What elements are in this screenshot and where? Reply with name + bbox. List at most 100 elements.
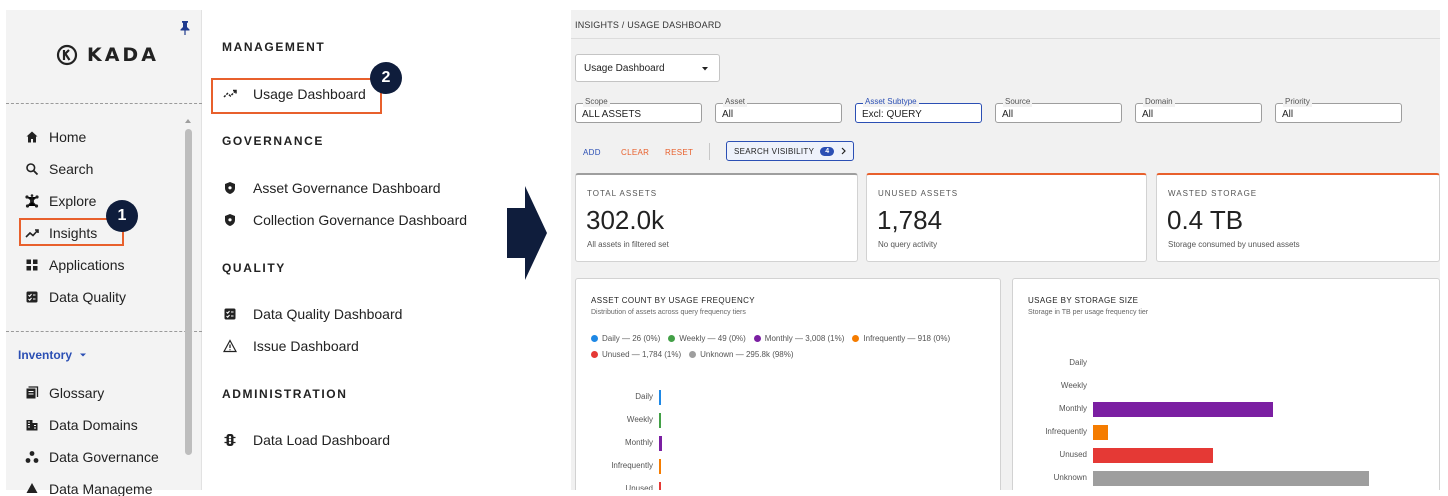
filter-domain[interactable]: Domain All: [1135, 97, 1262, 123]
chart-title: USAGE BY STORAGE SIZE: [1028, 296, 1139, 305]
nav-applications[interactable]: Applications: [24, 253, 125, 277]
filter-value: All: [722, 109, 734, 120]
nav-label: Glossary: [49, 385, 105, 401]
scroll-up-icon[interactable]: [184, 117, 192, 125]
bar-daily[interactable]: [659, 390, 661, 405]
category-tick-label: Monthly: [624, 438, 653, 447]
nav-data-domains[interactable]: Data Domains: [24, 413, 138, 437]
brand-logo[interactable]: KADA: [56, 44, 159, 66]
nav-data-management[interactable]: Data Manageme: [24, 477, 153, 496]
screenshot-root: KADA Home Search Explore Insights Applic…: [0, 0, 1448, 496]
bar-monthly[interactable]: [659, 436, 663, 451]
category-tick-label: Unused: [625, 484, 653, 490]
nav-data-quality[interactable]: Data Quality: [24, 285, 126, 309]
category-tick-label: Unknown: [1053, 473, 1087, 482]
menu-item-label: Data Load Dashboard: [253, 432, 390, 448]
applications-icon: [26, 259, 38, 271]
chevron-down-icon: [80, 353, 87, 357]
nav-label: Search: [49, 161, 94, 177]
menu-item-collection-governance-dashboard[interactable]: Collection Governance Dashboard: [222, 208, 467, 232]
category-tick-label: Monthly: [1058, 404, 1087, 413]
nav-label: Data Quality: [49, 289, 127, 305]
explore-icon: [25, 194, 39, 208]
menu-item-asset-governance-dashboard[interactable]: Asset Governance Dashboard: [222, 176, 441, 200]
menu-item-label: Collection Governance Dashboard: [253, 212, 468, 228]
legend-swatch: [689, 351, 697, 358]
legend-label: Daily — 26 (0%): [602, 334, 661, 343]
legend-label: Infrequently — 918 (0%): [863, 334, 951, 343]
filter-scope[interactable]: Scope ALL ASSETS: [575, 97, 702, 123]
nav-explore[interactable]: Explore: [24, 189, 96, 213]
legend-entry[interactable]: Weekly — 49 (0%): [668, 331, 746, 346]
filter-label: Asset: [723, 97, 748, 107]
legend-entry[interactable]: Unknown — 295.8k (98%): [689, 347, 794, 362]
inventory-toggle[interactable]: Inventory: [18, 348, 88, 362]
menu-item-data-quality-dashboard[interactable]: Data Quality Dashboard: [222, 302, 402, 326]
filter-value: Excl: QUERY: [862, 109, 922, 120]
arrow-right-icon: [507, 186, 547, 280]
kpi-value: 302.0k: [586, 205, 665, 235]
bar-monthly[interactable]: [1093, 402, 1273, 417]
nav-search[interactable]: Search: [24, 157, 93, 181]
breadcrumb[interactable]: INSIGHTS / USAGE DASHBOARD: [575, 20, 721, 30]
nav-label: Data Domains: [49, 417, 138, 433]
filter-asset[interactable]: Asset All: [715, 97, 842, 123]
step-badge-1: 1: [106, 200, 138, 232]
sidebar-scrollbar[interactable]: [184, 117, 192, 467]
bar-infrequently[interactable]: [1093, 425, 1108, 440]
chart-card-asset-count: ASSET COUNT BY USAGE FREQUENCY Distribut…: [575, 278, 1001, 490]
filter-value: ALL ASSETS: [582, 109, 642, 120]
nav-glossary[interactable]: Glossary: [24, 381, 104, 405]
filter-label: Source: [1003, 97, 1033, 107]
legend-label: Unused — 1,784 (1%): [602, 350, 682, 359]
kpi-total-assets[interactable]: TOTAL ASSETS 302.0k All assets in filter…: [575, 173, 858, 262]
pin-icon[interactable]: [178, 20, 192, 36]
usage-dashboard-highlight-box: [211, 78, 382, 114]
filter-asset-subtype[interactable]: Asset Subtype Excl: QUERY: [855, 97, 982, 123]
search-visibility-button[interactable]: SEARCH VISIBILITY 4: [726, 141, 854, 161]
category-tick-label: Infrequently: [1045, 427, 1087, 436]
nav-label: Data Governance: [49, 449, 159, 465]
reset-filters-button[interactable]: RESET: [665, 148, 693, 157]
bar-unused[interactable]: [1093, 448, 1213, 463]
bar-unknown[interactable]: [1093, 471, 1369, 486]
legend-entry[interactable]: Unused — 1,784 (1%): [591, 347, 681, 362]
filter-priority[interactable]: Priority All: [1275, 97, 1402, 123]
dashboard-view-select[interactable]: Usage Dashboard: [575, 54, 720, 82]
data-load-icon: [224, 434, 236, 446]
shield-icon: [225, 182, 235, 194]
category-tick-label: Daily: [1069, 358, 1087, 367]
nav-label: Home: [49, 129, 87, 145]
scrollbar-thumb[interactable]: [185, 129, 192, 455]
kpi-title: WASTED STORAGE: [1168, 189, 1258, 198]
menu-item-data-load-dashboard[interactable]: Data Load Dashboard: [222, 428, 390, 452]
filter-label: Asset Subtype: [863, 97, 919, 107]
search-visibility-label: SEARCH VISIBILITY: [734, 146, 815, 156]
divider: [6, 103, 202, 104]
clear-filters-button[interactable]: CLEAR: [621, 148, 649, 157]
legend-label: Weekly — 49 (0%): [679, 334, 746, 343]
step-badge-2: 2: [370, 62, 402, 94]
shield-icon: [225, 214, 235, 226]
nav-data-governance[interactable]: Data Governance: [24, 445, 159, 469]
legend-entry[interactable]: Infrequently — 918 (0%): [852, 331, 950, 346]
kpi-value: 1,784: [877, 205, 943, 235]
legend-entry[interactable]: Daily — 26 (0%): [591, 331, 660, 346]
kpi-unused-assets[interactable]: UNUSED ASSETS 1,784 No query activity: [866, 173, 1147, 262]
filter-source[interactable]: Source All: [995, 97, 1122, 123]
bar-weekly[interactable]: [659, 413, 661, 428]
legend-entry[interactable]: Monthly — 3,008 (1%): [753, 331, 844, 346]
select-value: Usage Dashboard: [584, 62, 665, 74]
kpi-wasted-storage[interactable]: WASTED STORAGE 0.4 TB Storage consumed b…: [1156, 173, 1440, 262]
add-filter-button[interactable]: ADD: [583, 148, 601, 157]
bar-infrequently[interactable]: [659, 459, 661, 474]
menu-item-issue-dashboard[interactable]: Issue Dashboard: [222, 334, 359, 358]
filter-label: Domain: [1143, 97, 1175, 107]
legend-swatch: [591, 351, 598, 358]
legend-swatch: [668, 335, 676, 342]
bar-unused[interactable]: [659, 482, 661, 490]
menu-item-label: Data Quality Dashboard: [253, 306, 403, 322]
nav-home[interactable]: Home: [24, 125, 86, 149]
glossary-icon: [26, 386, 39, 399]
filter-value: All: [1002, 109, 1014, 120]
